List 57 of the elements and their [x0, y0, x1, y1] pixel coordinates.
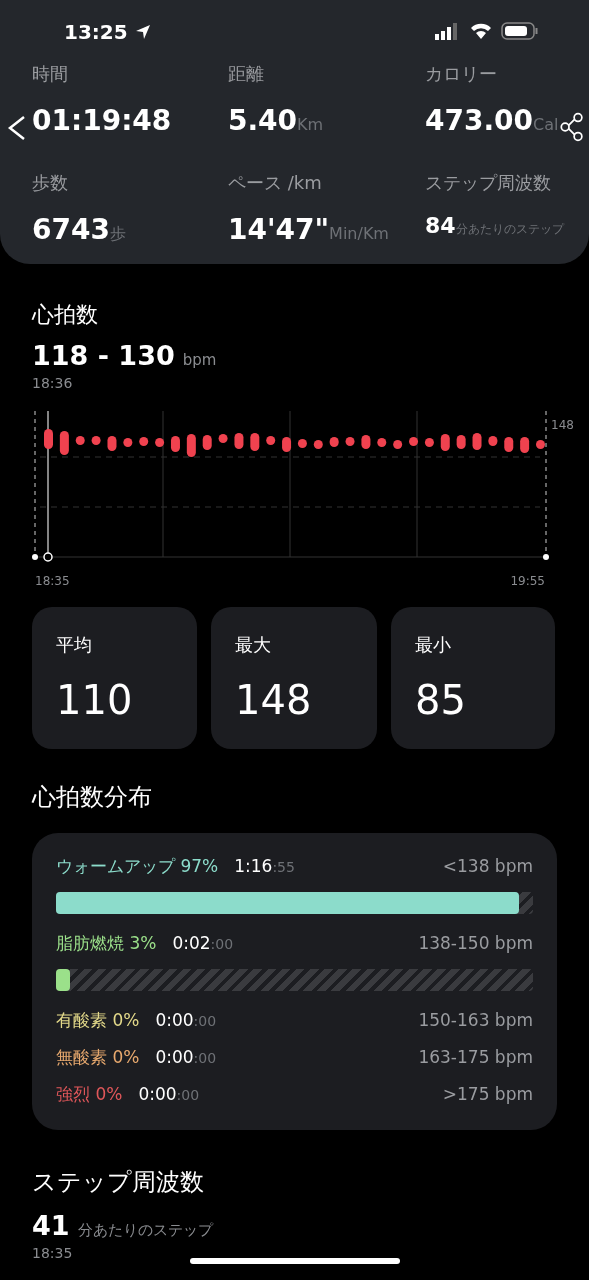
card-label: 最小 — [415, 633, 451, 657]
zone-duration: 1:16:55 — [234, 856, 295, 876]
zone-label: ウォームアップ 97% — [56, 855, 219, 878]
battery-icon — [501, 22, 539, 40]
timestamp: 18:35 — [32, 1245, 74, 1261]
axis-label: 19:55 — [510, 574, 545, 588]
zone-duration: 0:02:00 — [172, 933, 234, 953]
zone-label: 強烈 0% — [56, 1083, 123, 1106]
stat-value: 01:19:48 — [32, 104, 172, 137]
zone-range: 150-163 bpm — [418, 1010, 533, 1030]
zone-range: >175 bpm — [442, 1084, 533, 1104]
section-title: ステップ周波数 — [32, 1167, 205, 1198]
stat-value: 14'47" — [228, 213, 330, 246]
share-icon[interactable] — [560, 112, 584, 142]
stat-unit: 歩 — [109, 224, 126, 245]
unit-label: bpm — [182, 351, 217, 369]
zone-duration: 0:00:00 — [138, 1084, 200, 1104]
chart-point — [543, 554, 549, 560]
section-title: 心拍数分布 — [32, 782, 153, 813]
card-label: 平均 — [56, 633, 92, 657]
stat-value: 84 — [425, 213, 456, 238]
zone-label: 脂肪燃焼 3% — [56, 932, 157, 955]
timestamp: 18:36 — [32, 375, 74, 391]
stat-unit: Km — [297, 115, 324, 134]
stat-label: ステップ周波数 — [425, 171, 551, 195]
zone-label: 無酸素 0% — [56, 1046, 140, 1069]
axis-label: 18:35 — [35, 574, 70, 588]
clock-time: 13:25 — [64, 20, 128, 44]
stat-label: カロリー — [425, 62, 497, 86]
wifi-icon — [469, 22, 493, 40]
zone-range: <138 bpm — [442, 856, 533, 876]
stat-value: 473.00 — [425, 104, 534, 137]
zone-label: 有酸素 0% — [56, 1009, 140, 1032]
zone-range: 163-175 bpm — [418, 1047, 533, 1067]
card-value: 110 — [56, 677, 133, 723]
stat-unit: Cal — [533, 115, 559, 134]
stat-label: 時間 — [32, 62, 68, 86]
section-title: 心拍数 — [32, 301, 99, 329]
card-value: 85 — [415, 677, 466, 723]
zone-range: 138-150 bpm — [418, 933, 533, 953]
card-value: 148 — [235, 677, 312, 723]
stat-unit: 分あたりのステップ — [455, 222, 564, 238]
stat-label: 歩数 — [32, 171, 68, 195]
cursor-handle[interactable] — [43, 552, 53, 562]
cadence-value: 41 — [32, 1210, 70, 1241]
stat-label: 距離 — [228, 62, 264, 86]
zone-duration: 0:00:00 — [155, 1047, 217, 1067]
axis-label: 148 — [551, 418, 574, 432]
heart-rate-range: 118 - 130 — [32, 340, 175, 371]
stat-value: 5.40 — [228, 104, 298, 137]
stat-value: 6743 — [32, 213, 110, 246]
card-label: 最大 — [235, 633, 271, 657]
stat-unit: Min/Km — [329, 224, 389, 243]
chart-point — [32, 554, 38, 560]
unit-label: 分あたりのステップ — [77, 1221, 213, 1240]
zone-duration: 0:00:00 — [155, 1010, 217, 1030]
stat-label: ペース /km — [228, 171, 322, 195]
